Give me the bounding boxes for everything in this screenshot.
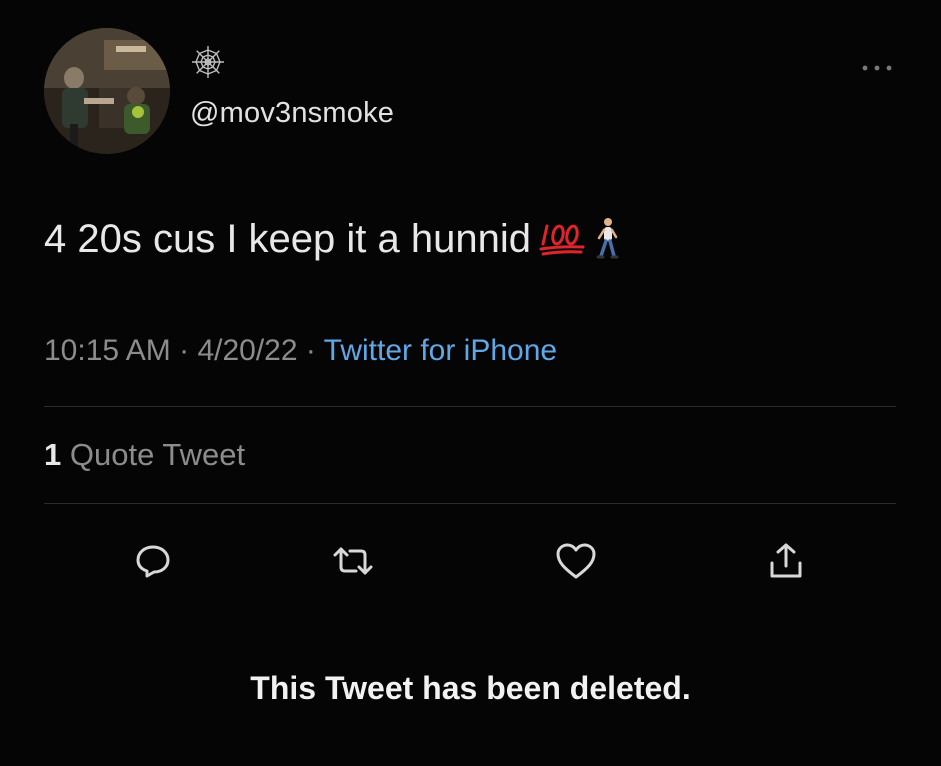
tweet-source-link[interactable]: Twitter for iPhone bbox=[324, 334, 557, 367]
retweet-button[interactable] bbox=[327, 535, 379, 587]
avatar[interactable] bbox=[44, 28, 170, 154]
reply-button[interactable] bbox=[127, 535, 179, 587]
reply-icon bbox=[136, 545, 170, 578]
quote-tweet-stat[interactable]: 1 Quote Tweet bbox=[44, 437, 245, 473]
like-heart-icon bbox=[556, 543, 596, 579]
meta-separator: · bbox=[170, 334, 198, 367]
spider-web-icon bbox=[190, 44, 226, 80]
share-icon bbox=[770, 543, 802, 578]
divider bbox=[44, 503, 896, 504]
user-handle[interactable]: @mov3nsmoke bbox=[190, 97, 394, 130]
person-walking-emoji bbox=[593, 216, 621, 260]
quote-label: Quote Tweet bbox=[61, 437, 246, 472]
tweet-time[interactable]: 10:15 AM bbox=[44, 334, 171, 367]
like-button[interactable] bbox=[550, 535, 602, 587]
avatar-photo bbox=[44, 28, 170, 154]
tweet-date[interactable]: 4/20/22 bbox=[197, 334, 297, 367]
divider bbox=[44, 406, 896, 407]
retweet-icon bbox=[333, 547, 373, 575]
tweet-text: 4 20s cus I keep it a hunnid bbox=[44, 216, 621, 262]
quote-count: 1 bbox=[44, 437, 62, 472]
more-options-icon[interactable] bbox=[859, 60, 895, 76]
tweet-body: 4 20s cus I keep it a hunnid bbox=[44, 217, 531, 261]
share-button[interactable] bbox=[760, 535, 812, 587]
tweet-meta: 10:15 AM · 4/20/22 · Twitter for iPhone bbox=[44, 334, 557, 368]
deleted-notice: This Tweet has been deleted. bbox=[250, 670, 691, 706]
meta-separator: · bbox=[297, 334, 324, 367]
hundred-points-emoji bbox=[539, 218, 587, 258]
